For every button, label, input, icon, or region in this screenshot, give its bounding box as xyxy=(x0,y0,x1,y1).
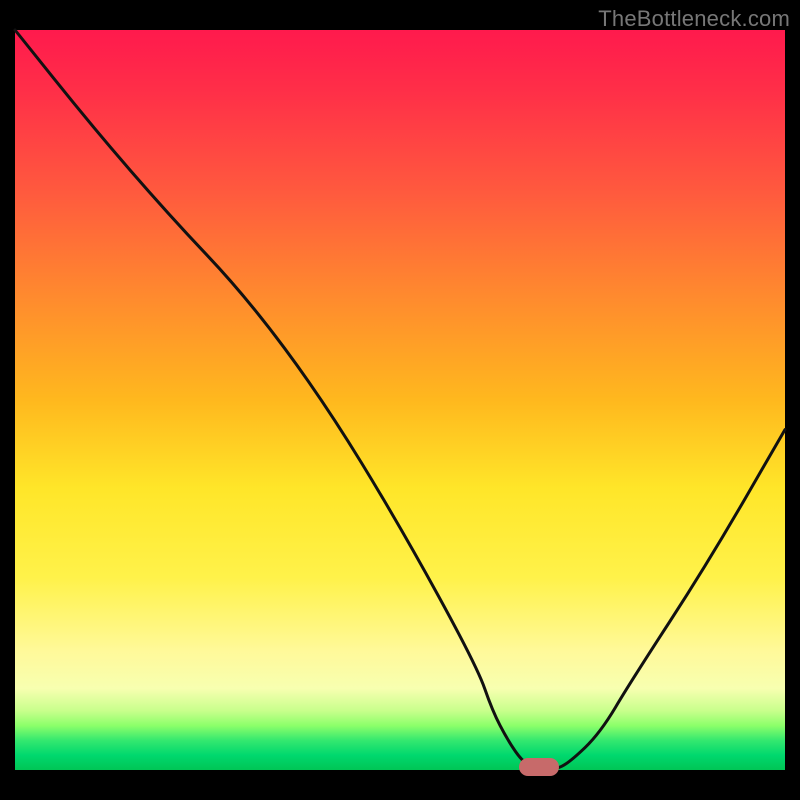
curve-layer xyxy=(15,30,785,770)
bottleneck-curve xyxy=(15,30,785,770)
watermark-text: TheBottleneck.com xyxy=(598,6,790,32)
plot-area xyxy=(15,30,785,770)
chart-frame: TheBottleneck.com xyxy=(0,0,800,800)
optimal-marker xyxy=(519,758,559,776)
